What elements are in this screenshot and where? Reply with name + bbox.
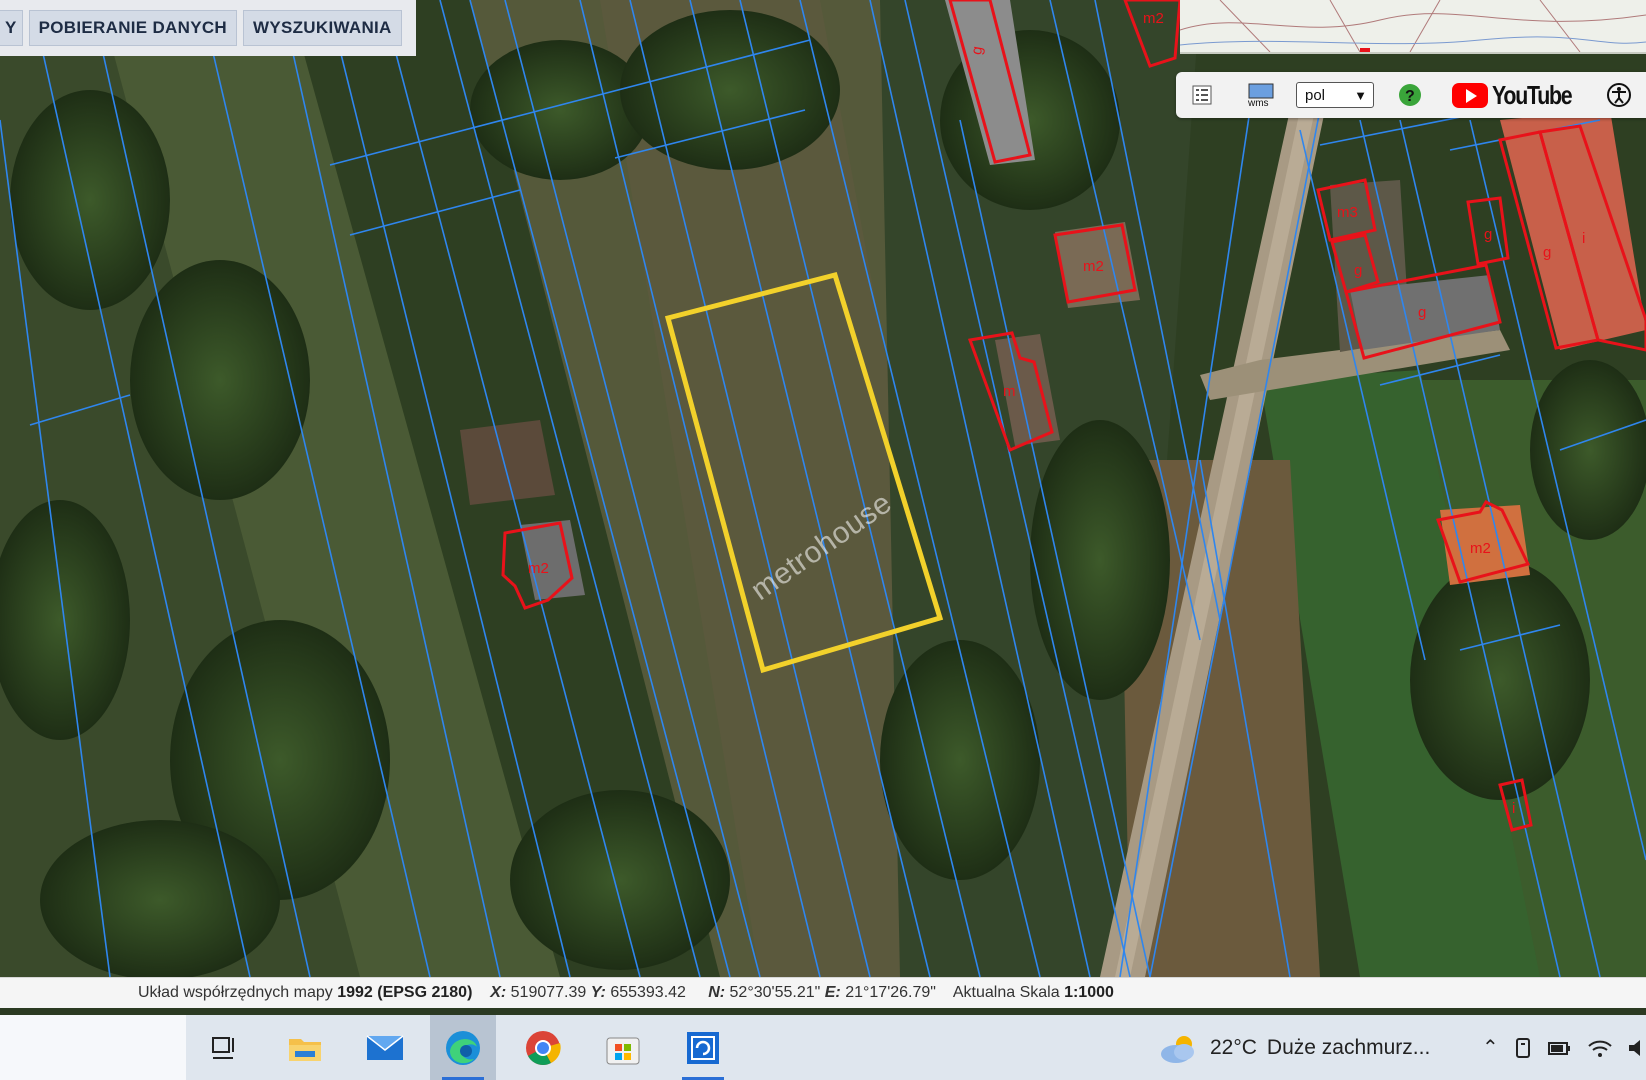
task-view-button[interactable] bbox=[192, 1015, 258, 1080]
language-value: pol bbox=[1305, 87, 1326, 104]
help-icon[interactable]: ? bbox=[1398, 83, 1422, 107]
taskbar-search-area[interactable] bbox=[0, 1015, 186, 1080]
chrome-icon bbox=[526, 1030, 561, 1065]
folder-icon bbox=[289, 1038, 321, 1061]
legend-icon[interactable] bbox=[1192, 85, 1212, 105]
svg-text:?: ? bbox=[1405, 88, 1415, 105]
battery-icon[interactable] bbox=[1547, 1038, 1573, 1058]
mail-icon bbox=[366, 1034, 404, 1060]
y-value: 655393.42 bbox=[610, 984, 686, 1001]
overview-minimap[interactable] bbox=[1180, 0, 1646, 54]
search-button[interactable]: WYSZUKIWANIA bbox=[242, 10, 402, 46]
e-value: 21°17'26.79" bbox=[845, 984, 936, 1001]
chevron-down-icon: ▼ bbox=[1354, 88, 1367, 103]
x-value: 519077.39 bbox=[510, 984, 587, 1001]
volume-icon[interactable] bbox=[1627, 1037, 1645, 1059]
accessibility-icon[interactable] bbox=[1606, 82, 1632, 108]
orthophoto-map[interactable]: g m2 m2 m m2 m3 g g g g i m2 i metrohous… bbox=[0, 0, 1646, 977]
weather-description: Duże zachmurz... bbox=[1266, 1035, 1431, 1059]
y-label: Y: bbox=[590, 984, 606, 1001]
youtube-link[interactable]: YouTube bbox=[1452, 78, 1589, 112]
x-label: X: bbox=[490, 984, 507, 1001]
map-canvas[interactable] bbox=[0, 0, 1646, 977]
tablet-icon[interactable] bbox=[1513, 1036, 1533, 1060]
n-value: 52°30'55.21" bbox=[729, 984, 821, 1001]
e-label: E: bbox=[824, 984, 841, 1001]
chevron-up-icon[interactable]: ⌃ bbox=[1482, 1035, 1499, 1060]
weather-temperature: 22°C bbox=[1210, 1035, 1257, 1059]
taskbar-store[interactable] bbox=[590, 1015, 656, 1080]
scale-value: 1:1000 bbox=[1064, 984, 1114, 1001]
windows-taskbar: 22°C Duże zachmurz... ⌃ bbox=[0, 1015, 1646, 1080]
weather-widget[interactable]: 22°C Duże zachmurz... bbox=[1158, 1015, 1430, 1080]
system-tray: ⌃ bbox=[1482, 1015, 1645, 1080]
n-label: N: bbox=[708, 984, 726, 1001]
youtube-icon bbox=[1452, 82, 1488, 108]
cloud-weather-icon bbox=[1161, 1035, 1194, 1063]
taskbar-chrome[interactable] bbox=[510, 1015, 576, 1080]
map-toolbar: wms pol ▼ ? YouTube bbox=[1176, 72, 1646, 118]
taskbar-mail[interactable] bbox=[352, 1015, 418, 1080]
wifi-icon[interactable] bbox=[1587, 1037, 1613, 1059]
wms-icon[interactable]: wms bbox=[1246, 83, 1276, 107]
edge-browser-icon bbox=[446, 1030, 480, 1065]
store-icon bbox=[606, 1037, 640, 1064]
taskbar-file-explorer[interactable] bbox=[272, 1015, 338, 1080]
taskbar-app[interactable] bbox=[670, 1015, 736, 1080]
menu-button-cut[interactable]: Y bbox=[0, 10, 23, 46]
coordinates-status-bar: Układ współrzędnych mapy 1992 (EPSG 2180… bbox=[0, 977, 1646, 1008]
svg-text:wms: wms bbox=[1247, 98, 1269, 107]
remote-app-icon bbox=[687, 1031, 719, 1064]
scale-label: Aktualna Skala bbox=[952, 984, 1060, 1001]
crs-label: Układ współrzędnych mapy bbox=[138, 984, 333, 1001]
download-data-button[interactable]: POBIERANIE DANYCH bbox=[28, 10, 237, 46]
taskbar-edge[interactable] bbox=[430, 1015, 496, 1080]
crs-value: 1992 (EPSG 2180) bbox=[337, 984, 473, 1001]
task-view-icon bbox=[212, 1036, 234, 1059]
language-select[interactable]: pol ▼ bbox=[1296, 82, 1374, 108]
youtube-label: YouTube bbox=[1492, 79, 1573, 110]
top-menu-bar: Y POBIERANIE DANYCH WYSZUKIWANIA bbox=[0, 0, 416, 56]
